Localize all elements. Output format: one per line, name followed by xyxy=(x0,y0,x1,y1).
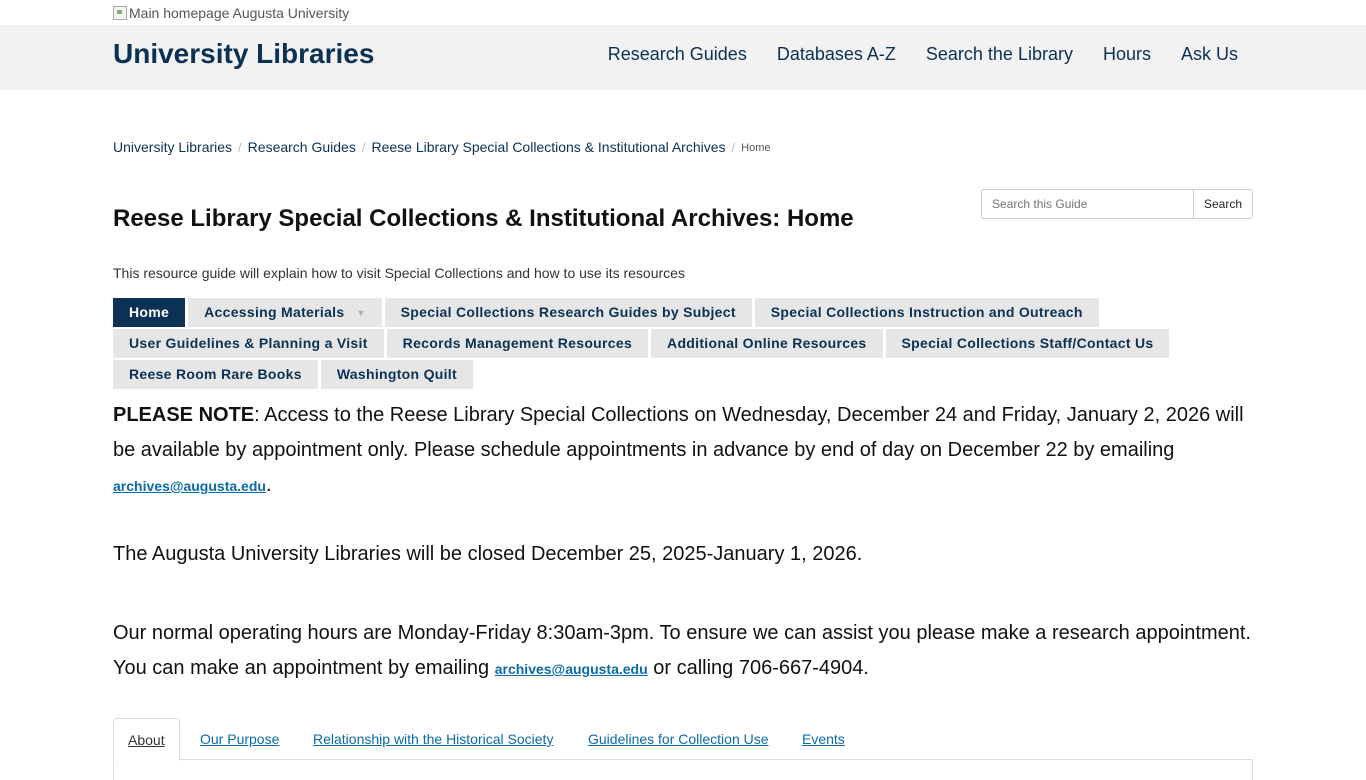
page-title: Reese Library Special Collections & Inst… xyxy=(113,205,854,232)
nav-research-guides[interactable]: Research Guides xyxy=(593,36,762,73)
nav-search-library[interactable]: Search the Library xyxy=(911,36,1088,73)
box-tab-guidelines[interactable]: Guidelines for Collection Use xyxy=(588,718,769,760)
tab-accessing-materials[interactable]: Accessing Materials ▼ xyxy=(188,298,382,327)
tab-home[interactable]: Home xyxy=(113,298,186,327)
tab-instruction-outreach[interactable]: Special Collections Instruction and Outr… xyxy=(754,298,1099,327)
tab-research-guides-by-subject[interactable]: Special Collections Research Guides by S… xyxy=(384,298,752,327)
tab-user-guidelines[interactable]: User Guidelines & Planning a Visit xyxy=(113,329,384,358)
tab-label: Special Collections Research Guides by S… xyxy=(400,304,736,320)
tab-records-management[interactable]: Records Management Resources xyxy=(386,329,649,358)
hours-paragraph: Our normal operating hours are Monday-Fr… xyxy=(113,616,1263,687)
main-nav: Research Guides Databases A-Z Search the… xyxy=(593,36,1253,73)
page-description: This resource guide will explain how to … xyxy=(113,265,685,281)
box-tab-historical-society[interactable]: Relationship with the Historical Society xyxy=(313,718,553,760)
tab-washington-quilt[interactable]: Washington Quilt xyxy=(320,360,473,389)
email-link-2[interactable]: archives@augusta.edu xyxy=(495,661,648,677)
search-input[interactable] xyxy=(981,189,1193,219)
guide-tabs: Home Accessing Materials ▼ Special Collec… xyxy=(113,298,1253,391)
box-tabs: About Our Purpose Relationship with the … xyxy=(113,718,1253,780)
nav-databases[interactable]: Databases A-Z xyxy=(762,36,911,73)
tab-label: Records Management Resources xyxy=(402,335,633,351)
breadcrumb-current: Home xyxy=(741,142,771,154)
tab-label: User Guidelines & Planning a Visit xyxy=(129,335,368,351)
notice-period: . xyxy=(265,474,272,496)
email-link[interactable]: archives@augusta.edu xyxy=(113,478,266,494)
tab-rare-books[interactable]: Reese Room Rare Books xyxy=(113,360,318,389)
box-panel xyxy=(113,760,1253,780)
box-tab-events[interactable]: Events xyxy=(802,718,845,760)
tab-label: Reese Room Rare Books xyxy=(129,366,302,382)
nav-ask-us[interactable]: Ask Us xyxy=(1166,36,1253,73)
tab-additional-online[interactable]: Additional Online Resources xyxy=(651,329,883,358)
breadcrumb: University Libraries / Research Guides /… xyxy=(113,139,771,155)
breadcrumb-separator: / xyxy=(731,139,736,155)
breadcrumb-separator: / xyxy=(238,139,242,155)
tab-label: Special Collections Staff/Contact Us xyxy=(901,335,1154,351)
notice-content: PLEASE NOTE: Access to the Reese Library… xyxy=(113,398,1263,687)
breadcrumb-separator: / xyxy=(361,139,366,155)
notice-lead: PLEASE NOTE xyxy=(113,404,255,426)
closure-paragraph: The Augusta University Libraries will be… xyxy=(113,543,863,565)
hours-tail: or calling 706-667-4904. xyxy=(647,657,869,679)
breadcrumb-university-libraries[interactable]: University Libraries xyxy=(113,139,232,155)
box-tab-about[interactable]: About xyxy=(113,718,180,761)
guide-search: Search xyxy=(981,189,1253,219)
tab-label: Washington Quilt xyxy=(336,366,457,382)
logo-alt-text: Main homepage Augusta University xyxy=(129,5,350,21)
tab-label: Special Collections Instruction and Outr… xyxy=(770,304,1083,320)
tab-staff-contact[interactable]: Special Collections Staff/Contact Us xyxy=(885,329,1170,358)
tab-label: Home xyxy=(129,304,170,320)
box-tab-purpose[interactable]: Our Purpose xyxy=(200,718,279,760)
broken-image-icon xyxy=(113,6,127,20)
tab-label: Additional Online Resources xyxy=(667,335,867,351)
search-button[interactable]: Search xyxy=(1193,189,1253,219)
chevron-down-icon: ▼ xyxy=(356,307,366,318)
brand-link[interactable]: University Libraries xyxy=(113,38,374,70)
nav-hours[interactable]: Hours xyxy=(1088,36,1166,73)
university-logo-image[interactable]: Main homepage Augusta University xyxy=(113,2,349,24)
notice-paragraph: PLEASE NOTE: Access to the Reese Library… xyxy=(113,398,1263,504)
breadcrumb-guide[interactable]: Reese Library Special Collections & Inst… xyxy=(371,139,725,155)
notice-text: : Access to the Reese Library Special Co… xyxy=(113,404,1244,461)
breadcrumb-research-guides[interactable]: Research Guides xyxy=(248,139,356,155)
tab-label: Accessing Materials xyxy=(204,304,345,320)
